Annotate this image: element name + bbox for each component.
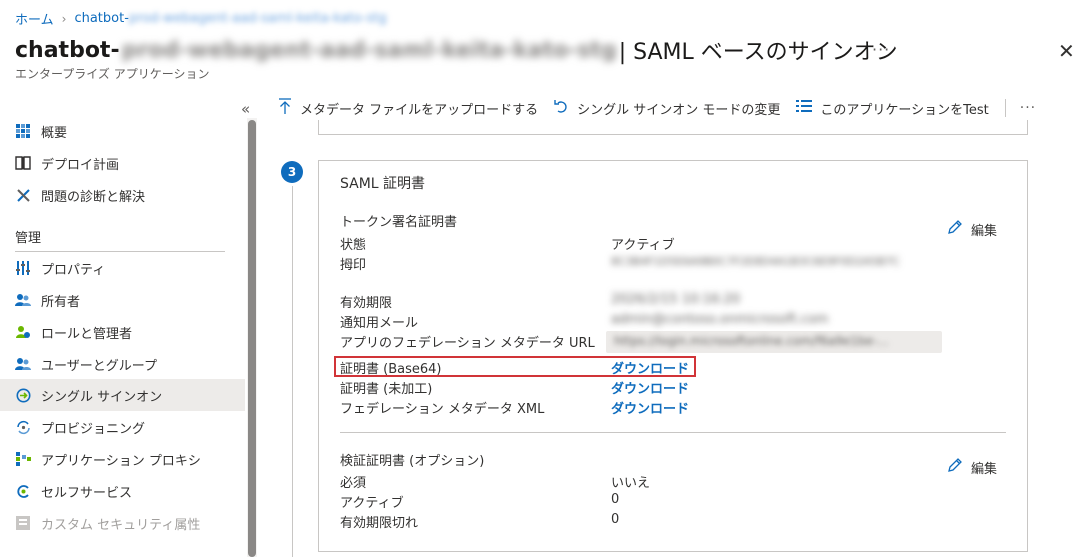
undo-icon [554, 99, 569, 118]
sidebar-item-label: 問題の診断と解決 [41, 189, 146, 205]
page-title-app: chatbot- [15, 37, 120, 63]
owners-icon [15, 292, 31, 308]
sso-icon [15, 387, 31, 403]
list-icon [796, 99, 813, 117]
grid-icon [15, 123, 31, 139]
sidebar-item-custom-security-attributes: カスタム セキュリティ属性 [0, 507, 245, 539]
proxy-icon [15, 451, 31, 467]
federation-metadata-xml-download-link[interactable]: ダウンロード [611, 398, 689, 417]
certificate-raw-label: 証明書 (未加工) [340, 382, 433, 397]
sidebar-item-roles[interactable]: ロールと管理者 [0, 316, 245, 348]
close-button[interactable]: ✕ [1058, 39, 1075, 63]
card-title: SAML 証明書 [340, 176, 426, 192]
sidebar-item-label: 概要 [41, 125, 68, 141]
security-attributes-icon [15, 515, 31, 531]
status-value: アクティブ [611, 238, 675, 253]
sidebar-item-label: プロパティ [41, 262, 106, 278]
edit-verification-button[interactable]: 編集 [947, 457, 997, 477]
sidebar-item-label: ロールと管理者 [41, 326, 133, 342]
page-subtitle: エンタープライズ アプリケーション [15, 67, 210, 81]
sidebar-item-label: カスタム セキュリティ属性 [41, 517, 201, 533]
page-title-obscured: prod-webagent-aad-saml-keita-kato-stg [121, 37, 617, 63]
expired-value: 0 [611, 512, 620, 527]
sidebar-scrollbar-thumb[interactable] [248, 120, 256, 557]
notification-email-value: admin@contoso.onmicrosoft.com [611, 312, 829, 327]
upload-icon [278, 98, 292, 118]
sidebar-item-label: デプロイ計画 [41, 157, 120, 173]
required-label: 必須 [340, 476, 367, 491]
upload-metadata-button[interactable]: メタデータ ファイルをアップロードする [278, 98, 538, 118]
thumbprint-label: 拇印 [340, 258, 367, 273]
previous-card-bottom [318, 120, 1028, 135]
verification-cert-heading: 検証証明書 (オプション) [340, 454, 485, 469]
expiry-value: 2026/2/15 10:16:20 [611, 292, 741, 307]
sidebar-item-label: アプリケーション プロキシ [41, 453, 201, 469]
users-groups-icon [15, 356, 31, 372]
edit-label: 編集 [971, 223, 998, 239]
breadcrumb: ホーム › chatbot-prod-webagent-aad-saml-kei… [15, 9, 387, 28]
expiry-label: 有効期限 [340, 296, 393, 311]
sidebar-item-provisioning[interactable]: プロビジョニング [0, 411, 245, 443]
sidebar-item-label: セルフサービス [41, 485, 133, 501]
sidebar-item-owners[interactable]: 所有者 [0, 284, 245, 316]
sidebar-item-self-service[interactable]: セルフサービス [0, 475, 245, 507]
provisioning-icon [15, 419, 31, 435]
federation-metadata-url-value: https://login.microsoftonline.com/f6a9e1… [614, 334, 889, 348]
breadcrumb-home-link[interactable]: ホーム [15, 9, 54, 28]
divider [340, 432, 1006, 433]
expired-label: 有効期限切れ [340, 516, 419, 531]
test-application-label: このアプリケーションをTest [820, 102, 989, 118]
toolbar-divider [1004, 99, 1006, 117]
wrench-icon [15, 187, 31, 203]
certificate-raw-download-link[interactable]: ダウンロード [611, 378, 689, 397]
token-signing-heading: トークン署名証明書 [340, 215, 458, 230]
sidebar-item-users-groups[interactable]: ユーザーとグループ [0, 348, 245, 380]
upload-metadata-label: メタデータ ファイルをアップロードする [300, 102, 539, 118]
self-service-icon [15, 483, 31, 499]
sidebar-item-overview[interactable]: 概要 [0, 115, 245, 147]
page-title: chatbot- prod-webagent-aad-saml-keita-ka… [15, 34, 898, 66]
thumbprint-value: 8C3B4F1D5E6A9B0C7F2E8D4A1B3C6E9F0D2A5B7C [611, 255, 900, 268]
sidebar-item-label: シングル サインオン [41, 389, 163, 405]
breadcrumb-current-link[interactable]: chatbot-prod-webagent-aad-saml-keita-kat… [74, 11, 386, 26]
certificate-base64-label: 証明書 (Base64) [340, 362, 442, 377]
sidebar-item-properties[interactable]: プロパティ [0, 252, 245, 284]
page-title-suffix: | SAML ベースのサインオン [618, 40, 898, 65]
change-sso-mode-label: シングル サインオン モードの変更 [577, 102, 781, 118]
edit-token-signing-button[interactable]: 編集 [947, 219, 997, 239]
required-value: いいえ [611, 476, 651, 491]
federation-metadata-url-field[interactable]: https://login.microsoftonline.com/f6a9e1… [606, 331, 942, 353]
sidebar-item-label: 所有者 [41, 294, 81, 310]
sidebar-section-manage: 管理 [15, 231, 42, 246]
sidebar-item-single-sign-on[interactable]: シングル サインオン [0, 379, 245, 411]
federation-metadata-url-label: アプリのフェデレーション メタデータ URL [340, 336, 595, 351]
status-label: 状態 [340, 238, 367, 253]
sidebar-item-deployment-plan[interactable]: デプロイ計画 [0, 147, 245, 179]
toolbar-more-button[interactable]: ··· [1020, 100, 1036, 116]
test-application-button[interactable]: このアプリケーションをTest [796, 99, 989, 118]
step-connector-line [292, 186, 293, 557]
sidebar-item-diagnose[interactable]: 問題の診断と解決 [0, 179, 245, 211]
edit-label: 編集 [971, 461, 998, 477]
chevron-right-icon: › [61, 11, 67, 26]
title-more-button[interactable]: ··· [872, 40, 890, 59]
sidebar-item-label: プロビジョニング [41, 421, 146, 437]
federation-metadata-xml-label: フェデレーション メタデータ XML [340, 402, 545, 417]
breadcrumb-app-prefix: chatbot- [74, 11, 129, 26]
command-bar: メタデータ ファイルをアップロードする シングル サインオン モードの変更 この… [278, 95, 1036, 121]
properties-icon [15, 260, 31, 276]
active-value: 0 [611, 492, 620, 507]
book-icon [15, 155, 31, 171]
notification-email-label: 通知用メール [340, 316, 419, 331]
roles-icon [15, 324, 31, 340]
pencil-icon [947, 219, 963, 239]
step-number-badge: 3 [281, 161, 303, 183]
sidebar-item-label: ユーザーとグループ [41, 358, 157, 374]
certificate-base64-download-link[interactable]: ダウンロード [611, 358, 689, 377]
sidebar-item-app-proxy[interactable]: アプリケーション プロキシ [0, 443, 245, 475]
change-sso-mode-button[interactable]: シングル サインオン モードの変更 [554, 99, 780, 118]
breadcrumb-app-obscured: prod-webagent-aad-saml-keita-kato-stg [128, 11, 387, 26]
pencil-icon [947, 457, 963, 477]
active-label: アクティブ [340, 496, 404, 511]
